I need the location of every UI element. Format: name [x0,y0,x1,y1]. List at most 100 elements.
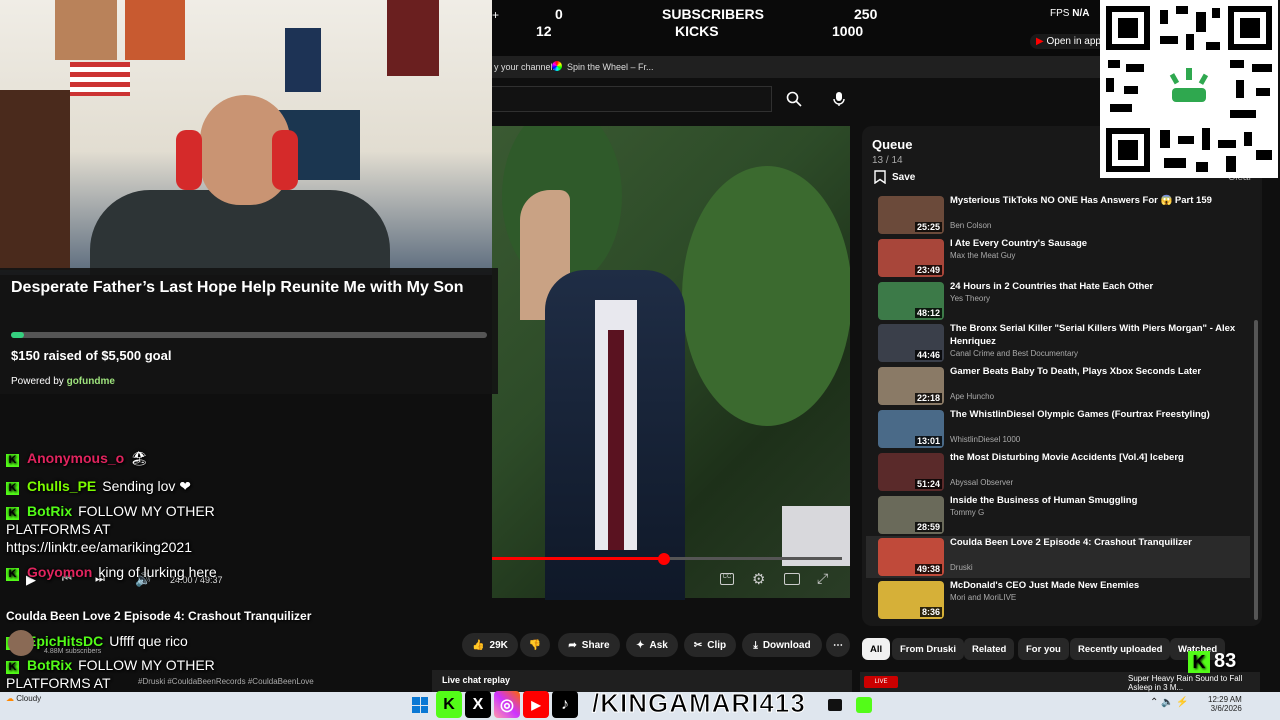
video-thumbnail[interactable]: 49:38 [878,538,944,576]
video-thumbnail[interactable]: 22:18 [878,367,944,405]
more-actions-button[interactable]: ⋯ [826,633,850,657]
queue-item-title[interactable]: McDonald's CEO Just Made New Enemies [950,579,1236,592]
ask-button[interactable]: ✦ Ask [626,633,678,657]
wall-poster [55,0,117,60]
search-button[interactable] [776,86,812,112]
powered-by-label: Powered by [11,376,64,387]
video-thumbnail[interactable]: 51:24 [878,453,944,491]
queue-item-title[interactable]: the Most Disturbing Movie Accidents [Vol… [950,451,1236,464]
video-thumbnail[interactable]: 28:59 [878,496,944,534]
system-tray-icons[interactable]: ⌃ 🔈 ⚡ [1150,697,1189,708]
queue-item-title[interactable]: Coulda Been Love 2 Episode 4: Crashout T… [950,536,1236,549]
video-thumbnail[interactable]: 13:01 [878,410,944,448]
gofundme-logo: gofundme [66,376,115,387]
share-label: Share [581,639,610,651]
queue-item[interactable]: 48:12 24 Hours in 2 Countries that Hate E… [866,280,1250,322]
chat-message: K Chulls_PE Sending lov ❤ [6,477,426,495]
queue-item[interactable]: 8:36 McDonald's CEO Just Made New Enemies… [866,579,1250,621]
fps-value: N/A [1072,8,1090,19]
queue-item-channel[interactable]: Max the Meat Guy [950,251,1015,260]
filter-chip[interactable]: From Druski [892,638,964,660]
queue-item-channel[interactable]: WhistlinDiesel 1000 [950,435,1020,444]
taskbar-clock[interactable]: 12:29 AM 3/6/2026 [1208,695,1242,713]
filter-chip[interactable]: Recently uploaded [1070,638,1171,660]
fullscreen-icon[interactable]: ⤢ [817,570,828,587]
thumbs-down-icon: 👎 [528,639,542,651]
queue-item[interactable]: 25:25 Mysterious TikToks NO ONE Has Answe… [866,194,1250,236]
chat-message: K Anonymous_o 🏖 [6,449,426,467]
video-progress-fill [492,557,664,560]
instagram-social-icon: ◎ [494,691,520,718]
next-video-ticker[interactable]: LIVE Super Heavy Rain Sound to Fall Asle… [860,672,1260,692]
kick-counter-value: 83 [1214,650,1237,672]
open-in-app-button[interactable]: ▶ Open in app [1030,34,1107,49]
bookmark-spin-wheel[interactable]: Spin the Wheel – Fr... [567,62,654,72]
plus-icon[interactable]: + [492,8,499,22]
queue-item-channel[interactable]: Yes Theory [950,294,990,303]
taskbar-app-icon[interactable] [828,699,842,711]
video-thumbnail[interactable]: 25:25 [878,196,944,234]
queue-item-title[interactable]: Mysterious TikToks NO ONE Has Answers Fo… [950,194,1236,207]
stream-stats-bar: 0 SUBSCRIBERS 250 12 KICKS 1000 [492,0,1100,56]
chat-username: EpicHitsDC [27,633,104,649]
open-in-app-label: Open in app [1046,36,1101,47]
captions-icon[interactable]: CC [720,573,734,585]
queue-item-channel[interactable]: Canal Crime and Best Documentary [950,349,1078,358]
queue-item-title[interactable]: The Bronx Serial Killer "Serial Killers … [950,322,1236,348]
queue-scrollbar[interactable] [1254,320,1258,620]
video-thumbnail[interactable]: 44:46 [878,324,944,362]
queue-item-channel[interactable]: Ape Huncho [950,392,994,401]
save-button[interactable]: Save [874,170,915,184]
windows-start-icon[interactable] [412,697,428,713]
queue-item[interactable]: 13:01 The WhistlinDiesel Olympic Games (F… [866,408,1250,450]
dislike-button[interactable]: 👎 [520,633,550,657]
clip-label: Clip [707,639,727,651]
download-button[interactable]: ⤓ Download [742,633,822,657]
taskbar-app-icon[interactable] [856,697,872,713]
queue-item-title[interactable]: I Ate Every Country's Sausage [950,237,1236,250]
queue-item-channel[interactable]: Ben Colson [950,221,991,230]
queue-item[interactable]: 28:59 Inside the Business of Human Smuggl… [866,494,1250,536]
weather-label: Cloudy [16,694,42,703]
sparkle-icon: ✦ [636,639,645,651]
fundraiser-title: Desperate Father’s Last Hope Help Reunit… [11,279,464,296]
video-thumbnail[interactable]: 8:36 [878,581,944,619]
like-button[interactable]: 👍 29K [462,633,518,657]
queue-item-title[interactable]: Inside the Business of Human Smuggling [950,494,1236,507]
search-input[interactable] [492,86,772,112]
queue-item-channel[interactable]: Druski [950,563,973,572]
weather-widget[interactable]: ☁ Cloudy [6,694,41,703]
webcam-feed [0,0,492,275]
queue-item-title[interactable]: The WhistlinDiesel Olympic Games (Fourtr… [950,408,1236,421]
filter-chip[interactable]: Related [964,638,1015,660]
clock-time: 12:29 AM [1208,695,1242,704]
live-badge-icon: LIVE [864,676,898,688]
video-thumbnail[interactable]: 48:12 [878,282,944,320]
queue-item[interactable]: 22:18 Gamer Beats Baby To Death, Plays Xb… [866,365,1250,407]
queue-item[interactable]: 51:24 the Most Disturbing Movie Accidents… [866,451,1250,493]
voice-search-button[interactable] [824,86,854,112]
queue-item-title[interactable]: Gamer Beats Baby To Death, Plays Xbox Se… [950,365,1236,378]
bookmark-channel[interactable]: y your channel! [494,62,555,72]
video-scrubber-handle[interactable] [657,553,670,565]
video-thumbnail[interactable]: 23:49 [878,239,944,277]
clip-button[interactable]: ✂ Clip [684,633,736,657]
queue-item[interactable]: 23:49 I Ate Every Country's Sausage Max th… [866,237,1250,279]
filter-chip[interactable]: For you [1018,638,1069,660]
filter-chip[interactable]: All [862,638,891,660]
theater-mode-icon[interactable] [784,573,800,585]
share-icon: ➦ [568,639,577,651]
avatar[interactable] [8,630,34,656]
scissors-icon: ✂ [693,639,703,651]
queue-item[interactable]: 49:38 Coulda Been Love 2 Episode 4: Crash… [866,536,1250,578]
queue-item-channel[interactable]: Abyssal Observer [950,478,1013,487]
settings-gear-icon[interactable]: ⚙ [752,570,765,588]
queue-item-title[interactable]: 24 Hours in 2 Countries that Hate Each O… [950,280,1236,293]
video-duration: 8:36 [919,607,942,617]
queue-item-channel[interactable]: Tommy G [950,508,984,517]
share-button[interactable]: ➦ Share [558,633,620,657]
video-tags[interactable]: #Druski #CouldaBeenRecords #CouldaBeenLo… [138,677,314,686]
queue-item[interactable]: 44:46 The Bronx Serial Killer "Serial Kil… [866,322,1250,364]
queue-item-channel[interactable]: Mori and MoriLIVE [950,593,1016,602]
video-duration: 22:18 [914,393,942,403]
